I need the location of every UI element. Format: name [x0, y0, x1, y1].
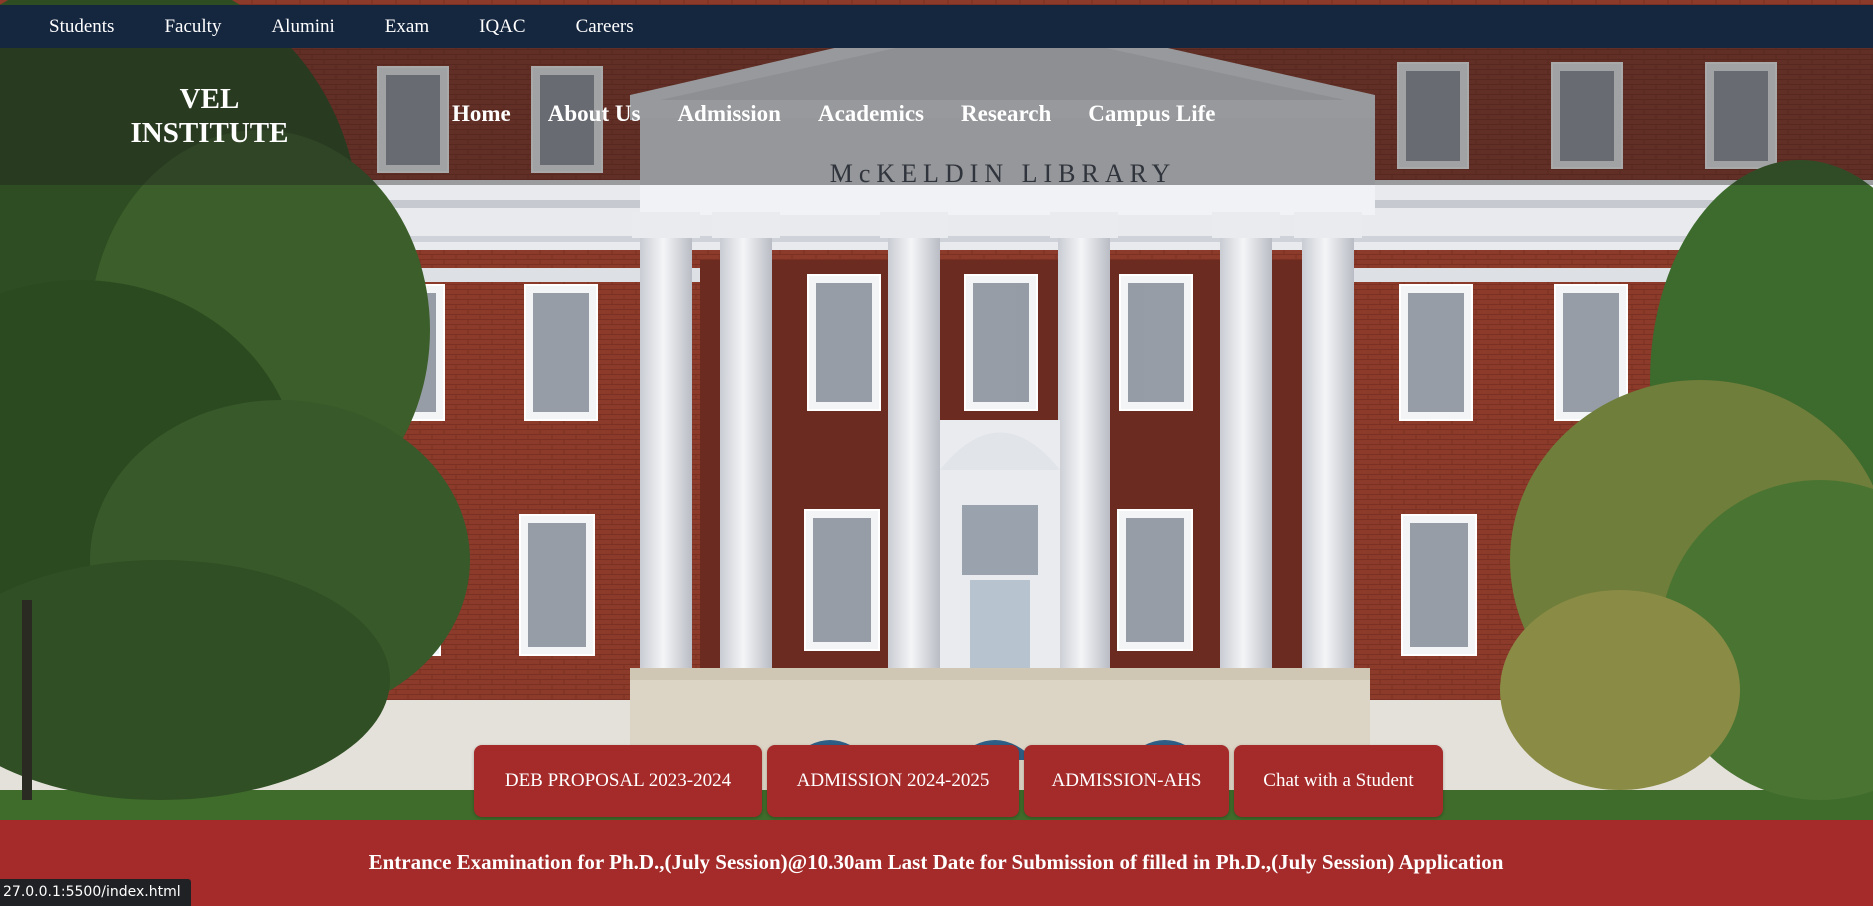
chat-with-student-button[interactable]: Chat with a Student: [1234, 745, 1443, 817]
cta-button-row: DEB PROPOSAL 2023-2024 ADMISSION 2024-20…: [474, 745, 1448, 817]
topbar-link-faculty[interactable]: Faculty: [164, 16, 221, 38]
brand-line-1: VEL: [179, 83, 240, 115]
topbar-link-exam[interactable]: Exam: [385, 16, 429, 38]
brand-line-2: INSTITUTE: [130, 117, 289, 149]
topbar-link-alumini[interactable]: Alumini: [271, 16, 334, 38]
main-navigation: Home About Us Admission Academics Resear…: [452, 101, 1252, 127]
admission-2024-button[interactable]: ADMISSION 2024-2025: [767, 745, 1019, 817]
topbar-link-careers[interactable]: Careers: [576, 16, 634, 38]
browser-status-url: 27.0.0.1:5500/index.html: [0, 879, 191, 906]
nav-about-us[interactable]: About Us: [548, 101, 641, 127]
nav-admission[interactable]: Admission: [677, 101, 781, 127]
admission-ahs-button[interactable]: ADMISSION-AHS: [1024, 745, 1229, 817]
topbar-link-students[interactable]: Students: [49, 16, 114, 38]
topbar-link-iqac[interactable]: IQAC: [479, 16, 525, 38]
nav-home[interactable]: Home: [452, 101, 511, 127]
nav-academics[interactable]: Academics: [818, 101, 924, 127]
top-utility-bar: Students Faculty Alumini Exam IQAC Caree…: [0, 5, 1873, 48]
site-logo[interactable]: VEL INSTITUTE: [112, 82, 307, 150]
nav-campus-life[interactable]: Campus Life: [1088, 101, 1215, 127]
announcement-bar: Entrance Examination for Ph.D.,(July Ses…: [0, 820, 1873, 906]
deb-proposal-button[interactable]: DEB PROPOSAL 2023-2024: [474, 745, 762, 817]
announcement-text[interactable]: Entrance Examination for Ph.D.,(July Ses…: [186, 850, 1686, 875]
nav-research[interactable]: Research: [961, 101, 1051, 127]
